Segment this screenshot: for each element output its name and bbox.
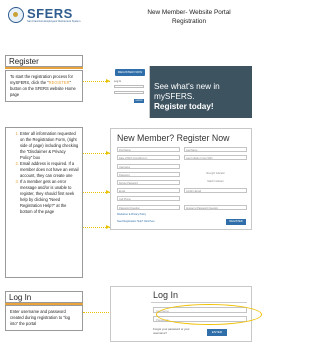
password-answer-field[interactable]: Answer to Password Question bbox=[184, 205, 247, 210]
instruction-list: Enter all information requested on the R… bbox=[5, 127, 83, 278]
register-note: To start the registration process for my… bbox=[5, 70, 83, 102]
login-title: Log In bbox=[153, 290, 179, 300]
ssn-field[interactable]: Last 4 digits of your SSN bbox=[184, 155, 247, 160]
strength-indicator: Strength Indicator bbox=[206, 172, 225, 175]
enter-button[interactable]: ENTER bbox=[207, 329, 227, 336]
mini-enter-button[interactable]: ENTER bbox=[134, 99, 144, 103]
logo-text: SFERS bbox=[27, 6, 73, 21]
confirm-email-field[interactable]: Confirm Email bbox=[184, 188, 247, 193]
dob-field[interactable]: Date of Birth (mm/dd/yyyy) bbox=[117, 155, 180, 160]
mini-password-field[interactable] bbox=[114, 91, 144, 94]
first-name-field[interactable]: First Name bbox=[117, 147, 180, 152]
step-item: Enter all information requested on the R… bbox=[20, 131, 79, 161]
banner-text: See what's new in mySFERS. Register today… bbox=[154, 82, 220, 111]
sfers-seal-logo bbox=[8, 7, 24, 23]
last-name-field[interactable]: Last Name bbox=[184, 147, 247, 152]
register-now-button[interactable]: REGISTER NOW bbox=[115, 69, 145, 76]
login-panel: Log In Username Password Forgot your pas… bbox=[110, 286, 262, 342]
match-indicator: Match Indicator bbox=[207, 180, 224, 183]
register-highlight: REGISTER bbox=[48, 80, 70, 85]
register-heading: Register bbox=[5, 55, 83, 69]
mini-label: Log In bbox=[114, 80, 122, 83]
registration-help-link[interactable]: Need Registration Help? Click Here bbox=[117, 220, 155, 223]
step-item: If a member gets an error message and/or… bbox=[20, 179, 79, 215]
forgot-credentials-link[interactable]: Forgot your password or your username? bbox=[153, 327, 201, 335]
password-field[interactable]: Password bbox=[117, 172, 180, 177]
step-item: Email address is required. If a member d… bbox=[20, 161, 79, 179]
form-title: New Member? Register Now bbox=[117, 133, 230, 143]
retype-password-field[interactable]: Retype Password bbox=[117, 180, 180, 185]
login-note: Enter username and password created duri… bbox=[5, 305, 83, 331]
page-title: New Member- Website Portal Registration bbox=[147, 9, 231, 25]
cell-phone-field[interactable]: Cell Phone bbox=[117, 196, 180, 201]
logo-subtitle: San Francisco Employees' Retirement Syst… bbox=[27, 20, 81, 23]
banner-login-panel: REGISTER NOW Log In ENTER bbox=[110, 66, 150, 118]
highlight-oval bbox=[156, 304, 262, 325]
login-heading: Log In bbox=[5, 291, 83, 305]
register-button[interactable]: REGISTER bbox=[226, 219, 246, 225]
username-field[interactable]: Username bbox=[117, 164, 180, 169]
divider bbox=[151, 302, 247, 303]
register-banner: REGISTER NOW Log In ENTER See what's new… bbox=[110, 66, 252, 118]
password-question-field[interactable]: Password Question bbox=[117, 205, 180, 210]
disclaimer-checkbox[interactable]: Disclaimer & Privacy Policy bbox=[117, 213, 146, 216]
mini-username-field[interactable] bbox=[114, 85, 144, 88]
email-field[interactable]: Email bbox=[117, 188, 180, 193]
registration-form: New Member? Register Now First Name Last… bbox=[110, 128, 252, 230]
